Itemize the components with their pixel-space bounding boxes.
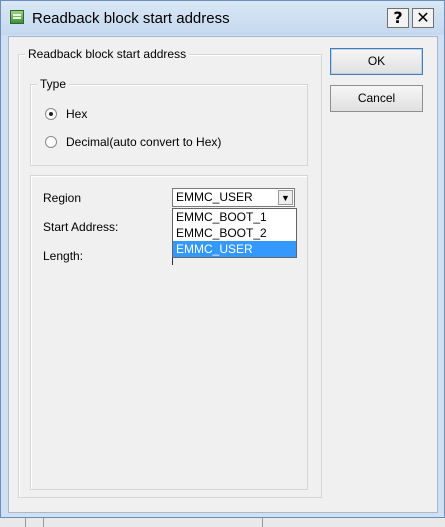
close-button[interactable]: ✕ — [412, 8, 434, 28]
help-button[interactable]: ? — [387, 8, 409, 28]
region-label: Region — [43, 191, 82, 205]
dialog-window: Readback block start address ? ✕ Readbac… — [0, 0, 445, 518]
dialog-client-area: Readback block start address Type Hex De… — [8, 36, 438, 513]
chevron-down-icon[interactable]: ▼ — [278, 190, 293, 205]
region-dropdown-list: EMMC_BOOT_1 EMMC_BOOT_2 EMMC_USER — [172, 208, 297, 258]
region-combo[interactable]: EMMC_USER ▼ — [172, 188, 295, 207]
app-icon — [10, 10, 24, 24]
radio-hex-indicator[interactable] — [45, 108, 57, 120]
radio-decimal-label: Decimal(auto convert to Hex) — [66, 135, 222, 149]
start-address-label: Start Address: — [43, 220, 119, 234]
divider — [25, 518, 26, 527]
dropdown-option-emmc-boot-1[interactable]: EMMC_BOOT_1 — [173, 209, 296, 225]
readback-group-label: Readback block start address — [25, 47, 190, 61]
ok-button[interactable]: OK — [330, 48, 423, 75]
dropdown-option-emmc-boot-2[interactable]: EMMC_BOOT_2 — [173, 225, 296, 241]
region-combo-value: EMMC_USER — [176, 190, 253, 204]
radio-decimal[interactable]: Decimal(auto convert to Hex) — [45, 135, 221, 149]
divider — [43, 518, 44, 527]
length-label: Length: — [43, 249, 84, 263]
radio-hex[interactable]: Hex — [45, 107, 87, 121]
type-group: Type — [30, 77, 308, 166]
background-window-strip — [0, 518, 445, 527]
dropdown-option-emmc-user[interactable]: EMMC_USER — [173, 241, 296, 257]
radio-hex-label: Hex — [66, 107, 88, 121]
radio-decimal-indicator[interactable] — [45, 136, 57, 148]
divider — [262, 518, 263, 527]
cancel-button[interactable]: Cancel — [330, 85, 423, 112]
type-group-label: Type — [37, 77, 70, 91]
title-bar[interactable]: Readback block start address ? ✕ — [1, 1, 444, 35]
window-title: Readback block start address — [32, 10, 230, 27]
